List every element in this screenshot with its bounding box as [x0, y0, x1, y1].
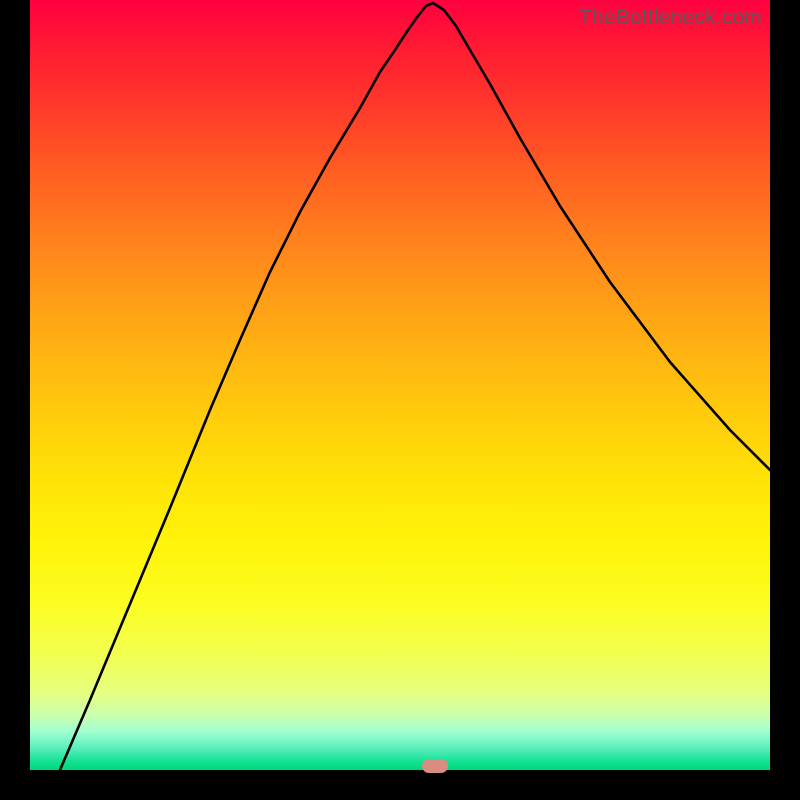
- minimum-marker: [422, 759, 448, 773]
- chart-frame: TheBottleneck.com: [0, 0, 800, 800]
- watermark-text: TheBottleneck.com: [579, 6, 762, 30]
- plot-area: TheBottleneck.com: [30, 0, 770, 770]
- bottleneck-curve: [30, 0, 770, 770]
